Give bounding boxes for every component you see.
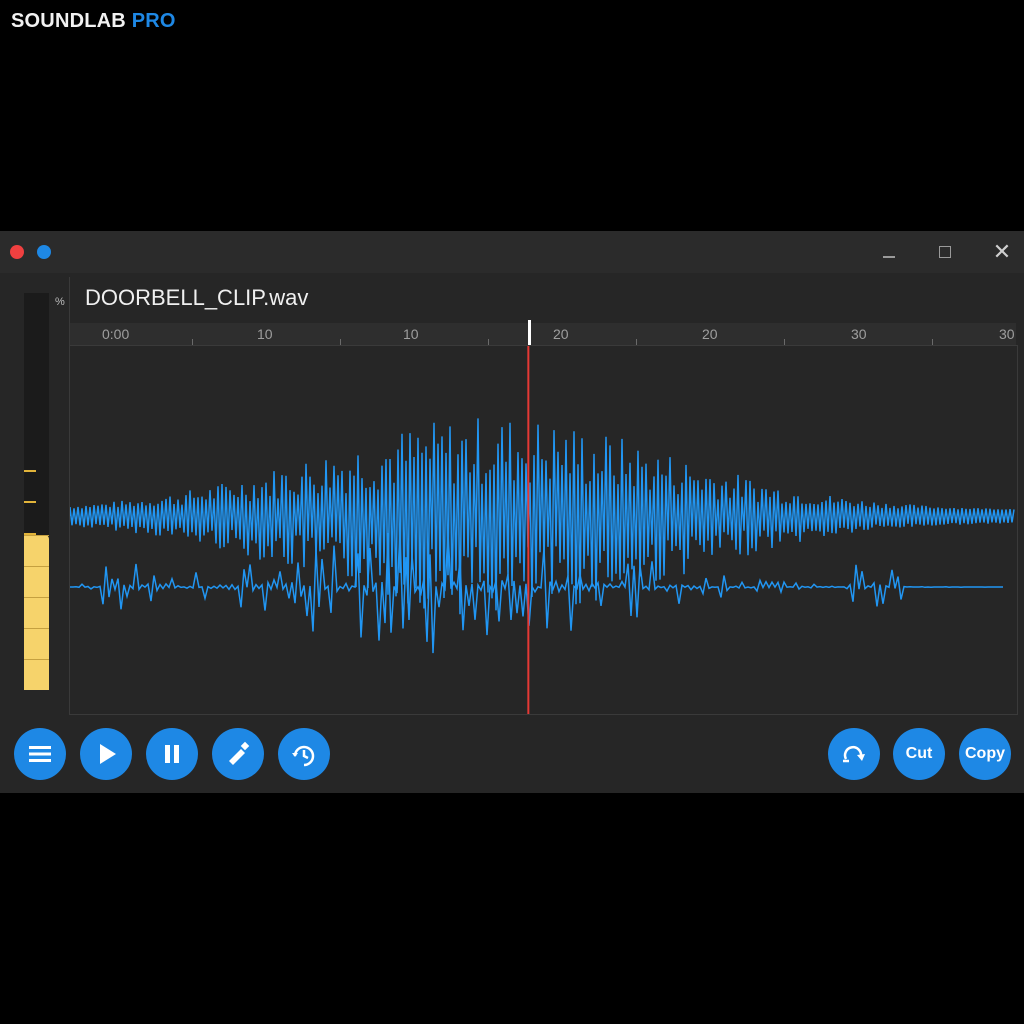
meter-tick <box>24 533 36 536</box>
level-meter-panel: % <box>9 277 70 714</box>
file-name: DOORBELL_CLIP.wav <box>85 285 309 310</box>
waveform-graph[interactable] <box>70 346 1017 714</box>
ruler-label: 20 <box>553 326 569 342</box>
ruler-label: 30 <box>999 326 1015 342</box>
cut-label: Cut <box>905 745 933 762</box>
level-meter-fill <box>24 535 49 690</box>
meter-segment <box>24 597 49 598</box>
status-dot-icon[interactable] <box>37 245 51 259</box>
editor-window: ✕ % DOORBELL_CLIP.wav 0:00 10 10 20 20 3… <box>0 231 1024 793</box>
menu-icon <box>29 746 51 762</box>
pause-icon <box>165 745 179 763</box>
edit-button[interactable] <box>212 728 264 780</box>
brand-name: SOUNDLAB <box>11 10 126 32</box>
brand-accent: PRO <box>131 10 176 32</box>
maximize-icon[interactable] <box>933 241 957 263</box>
copy-label: Copy <box>965 745 1005 762</box>
playhead-marker[interactable] <box>528 320 532 345</box>
edit-icon <box>229 741 250 765</box>
ruler-label: 10 <box>403 326 419 342</box>
menu-button[interactable] <box>14 728 66 780</box>
meter-unit-label: % <box>55 296 65 308</box>
close-dot-icon[interactable] <box>10 245 24 259</box>
timer-button[interactable] <box>278 728 330 780</box>
pause-button[interactable] <box>146 728 198 780</box>
cut-button[interactable]: Cut <box>893 728 945 780</box>
ruler-label: 30 <box>851 326 867 342</box>
close-window-icon[interactable]: ✕ <box>990 241 1014 263</box>
minimize-icon[interactable] <box>877 241 901 263</box>
meter-tick <box>24 469 36 472</box>
copy-button[interactable]: Copy <box>959 728 1011 780</box>
loop-icon <box>843 745 865 763</box>
ruler-label: 20 <box>702 326 718 342</box>
play-icon <box>100 744 116 764</box>
ruler-label: 0:00 <box>102 326 130 342</box>
meter-segment <box>24 628 49 629</box>
app-brand: SOUNDLAB PRO <box>11 10 176 33</box>
meter-segment <box>24 566 49 567</box>
ruler-label: 10 <box>257 326 273 342</box>
meter-segment <box>24 659 49 660</box>
timer-icon <box>292 745 315 767</box>
loop-button[interactable] <box>828 728 880 780</box>
meter-tick <box>24 501 36 504</box>
waveform-area[interactable] <box>69 345 1018 715</box>
timeline-ruler[interactable]: 0:00 10 10 20 20 30 30 <box>70 320 1016 346</box>
level-meter <box>24 293 49 690</box>
title-bar: ✕ <box>0 231 1024 273</box>
play-button[interactable] <box>80 728 132 780</box>
